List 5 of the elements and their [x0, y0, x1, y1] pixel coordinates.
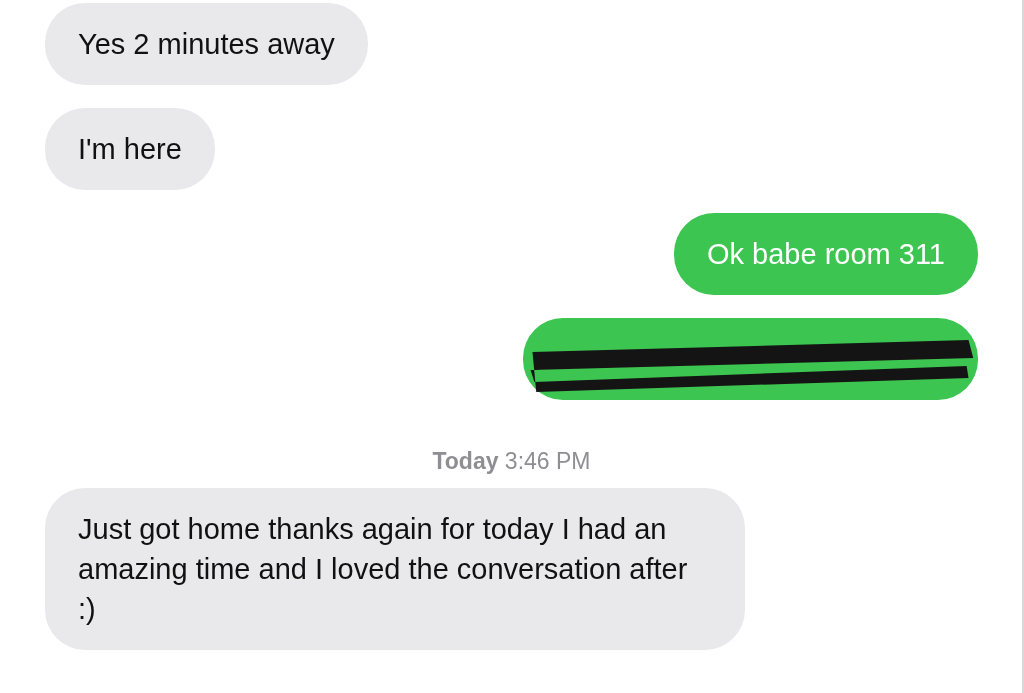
message-bubble: Ok babe room 311	[673, 213, 978, 295]
message-bubble: I'm here	[45, 108, 215, 190]
message-bubble: Yes 2 minutes away	[45, 3, 368, 85]
message-bubble: Just got home thanks again for today I had an amazing time and I loved the conversation after :)	[45, 488, 745, 650]
timestamp: Today 3:46 PM	[432, 448, 591, 475]
